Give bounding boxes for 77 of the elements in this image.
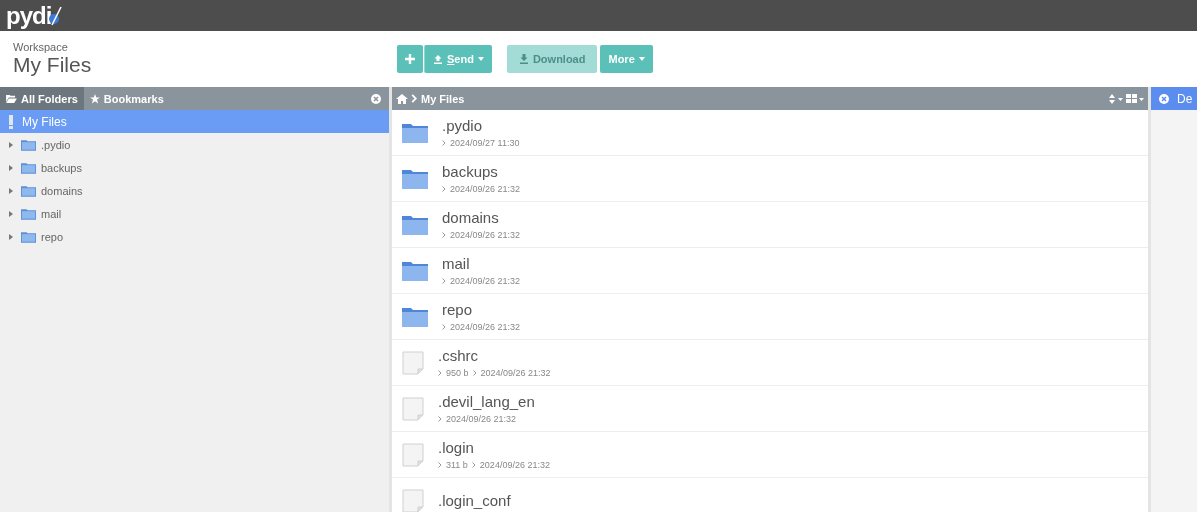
file-name: backups (442, 163, 499, 180)
file-row[interactable]: .login 311 b 2024/09/26 21:32 (392, 432, 1148, 478)
file-row[interactable]: .cshrc 950 b 2024/09/26 21:32 (392, 340, 1148, 386)
file-row[interactable]: domains 2024/09/26 21:32 (392, 202, 1148, 248)
file-date: 2024/09/26 21:32 (446, 414, 517, 424)
folder-icon (21, 207, 36, 220)
panel-tab[interactable]: All Folders (0, 87, 84, 110)
tree-item[interactable]: .pydio (0, 133, 389, 156)
file-name: .pydio (442, 117, 484, 134)
folder-icon (402, 306, 428, 327)
file-name: .cshrc (438, 347, 479, 364)
file-row[interactable]: mail 2024/09/26 21:32 (392, 248, 1148, 294)
folder-icon (21, 184, 36, 197)
folder-icon (402, 260, 428, 281)
file-icon (402, 442, 424, 467)
chevron-icon (442, 232, 446, 238)
file-date: 2024/09/26 21:32 (450, 322, 521, 332)
workspace-label: Workspace (13, 41, 69, 53)
chevron-icon (442, 140, 446, 146)
chevron-icon (442, 324, 446, 330)
folder-icon (402, 214, 428, 235)
file-date: 2024/09/26 21:32 (450, 276, 521, 286)
add-button[interactable] (397, 45, 423, 73)
file-name: domains (442, 209, 500, 226)
sort-icon[interactable] (1109, 93, 1123, 104)
download-icon (518, 54, 529, 64)
chevron-icon (411, 94, 417, 103)
tree-item[interactable]: backups (0, 156, 389, 179)
file-name: .login (438, 439, 475, 456)
file-icon (402, 396, 424, 421)
file-row[interactable]: .pydio 2024/09/27 11:30 (392, 110, 1148, 156)
breadcrumb[interactable]: My Files (421, 92, 465, 105)
chevron-icon (438, 462, 442, 468)
marker-icon (8, 114, 14, 129)
file-row[interactable]: .login_conf (392, 478, 1148, 512)
folder-icon (402, 122, 428, 143)
grid-view-icon[interactable] (1126, 93, 1144, 104)
file-row[interactable]: backups 2024/09/26 21:32 (392, 156, 1148, 202)
file-name: mail (442, 255, 471, 272)
panel-tab[interactable]: Bookmarks (83, 87, 170, 110)
chevron-icon (471, 462, 476, 468)
folder-icon (21, 230, 36, 243)
tree-item[interactable]: My Files (0, 110, 389, 133)
file-name: .login_conf (438, 492, 511, 509)
chevron-icon (438, 370, 442, 376)
file-size: 950 b (446, 368, 469, 378)
file-row[interactable]: repo 2024/09/26 21:32 (392, 294, 1148, 340)
tree-item[interactable]: repo (0, 225, 389, 248)
file-date: 2024/09/26 21:32 (450, 230, 521, 240)
panel-title: De (1177, 91, 1193, 106)
close-icon[interactable] (1159, 93, 1169, 104)
file-name: .devil_lang_en (438, 393, 535, 410)
upload-icon (433, 54, 443, 64)
file-size: 311 b (446, 460, 468, 470)
file-date: 2024/09/26 21:32 (479, 460, 550, 470)
file-name: repo (442, 301, 474, 318)
file-date: 2024/09/26 21:32 (450, 184, 521, 194)
folder-icon (402, 168, 428, 189)
folder-icon (21, 138, 36, 151)
file-icon (402, 350, 424, 375)
home-icon[interactable] (396, 93, 408, 104)
workspace-title: My Files (13, 53, 93, 77)
file-date: 2024/09/27 11:30 (450, 138, 520, 148)
folder-icon (21, 161, 36, 174)
logo: pydi (6, 1, 64, 30)
star-icon (89, 93, 100, 104)
tree-item[interactable]: domains (0, 179, 389, 202)
folder-icon (6, 94, 17, 103)
close-icon[interactable] (371, 93, 381, 104)
file-date: 2024/09/26 21:32 (480, 368, 551, 378)
chevron-icon (472, 370, 477, 376)
chevron-icon (438, 416, 442, 422)
chevron-icon (442, 278, 446, 284)
tree-item[interactable]: mail (0, 202, 389, 225)
plus-icon (405, 54, 415, 64)
chevron-icon (442, 186, 446, 192)
file-row[interactable]: .devil_lang_en 2024/09/26 21:32 (392, 386, 1148, 432)
